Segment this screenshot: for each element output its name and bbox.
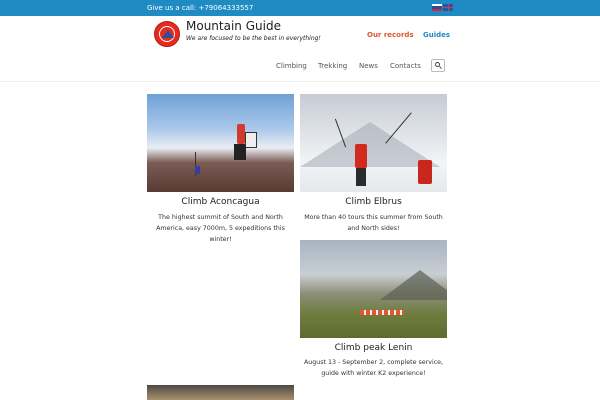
camp-tents [360,310,404,315]
site-tagline: We are focused to be the best in everyth… [186,35,321,42]
climber-figure [355,144,367,168]
card-image-sunset[interactable] [147,385,294,400]
header-divider [0,81,600,82]
summit-sign [245,132,257,148]
top-bar: Give us a call: +79064333557 [0,0,600,16]
logo-mountain-icon [162,30,174,38]
card-title-lenin[interactable]: Climb peak Lenin [300,343,447,353]
ru-flag-icon[interactable] [432,4,442,11]
site-title[interactable]: Mountain Guide [186,19,281,33]
card-image-lenin[interactable] [300,240,447,338]
mountain-ridge [380,270,447,300]
search-icon-handle [439,66,442,69]
en-flag-icon[interactable] [443,4,453,11]
card-image-aconcagua[interactable] [147,94,294,192]
card-description-aconcagua: The highest summit of South and North Am… [156,214,285,243]
nav-news[interactable]: News [359,62,378,70]
call-text: Give us a call: +79064333557 [147,4,254,12]
climber-figure [237,124,245,144]
site-logo[interactable] [154,21,180,47]
climber-legs [356,168,366,186]
card-title-aconcagua[interactable]: Climb Aconcagua [147,197,294,207]
nav-climbing[interactable]: Climbing [276,62,307,70]
card-image-elbrus[interactable] [300,94,447,192]
search-button[interactable] [431,59,445,72]
summit-flag [195,166,200,174]
card-description-lenin: August 13 - September 2, complete servic… [303,359,444,377]
guides-link[interactable]: Guides [423,31,450,39]
nav-trekking[interactable]: Trekking [318,62,347,70]
nav-contacts[interactable]: Contacts [390,62,421,70]
card-title-elbrus[interactable]: Climb Elbrus [300,197,447,207]
climber-figure [418,160,432,184]
our-records-link[interactable]: Our records [367,31,414,39]
card-description-elbrus: More than 40 tours this summer from Sout… [304,214,443,232]
